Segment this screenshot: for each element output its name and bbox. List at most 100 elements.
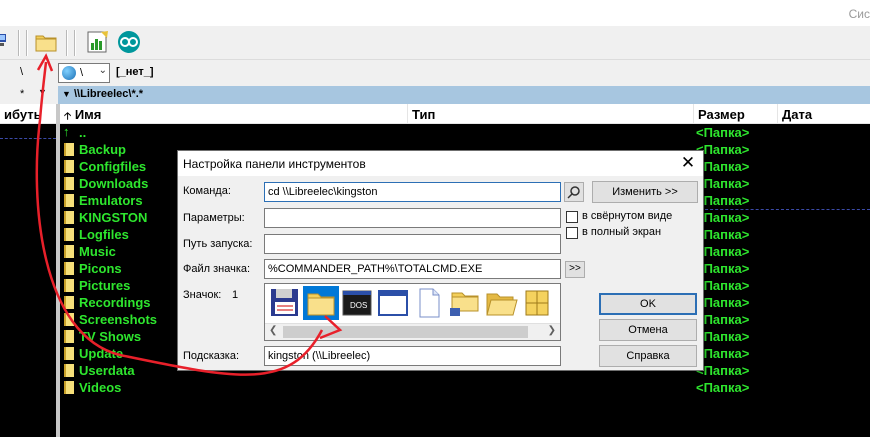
chart-editor-icon[interactable] bbox=[86, 30, 110, 54]
command-label: Команда: bbox=[183, 185, 231, 197]
toolbar-separator bbox=[74, 30, 76, 56]
file-size: <Папка> bbox=[696, 295, 750, 310]
column-size[interactable]: Размер bbox=[694, 104, 778, 124]
change-button[interactable]: Изменить >> bbox=[592, 181, 698, 203]
file-name: Pictures bbox=[79, 278, 131, 293]
browse-command-button[interactable] bbox=[564, 182, 584, 202]
toolbar-separator bbox=[26, 30, 28, 56]
right-path-bar[interactable]: ▼ \\Libreelec\*.* bbox=[58, 86, 870, 104]
startpath-input[interactable] bbox=[264, 234, 561, 254]
file-name: Screenshots bbox=[79, 312, 158, 327]
column-name[interactable]: 🡡 Имя bbox=[60, 104, 408, 124]
toolbar bbox=[0, 26, 870, 60]
browse-iconfile-button[interactable]: >> bbox=[565, 261, 585, 278]
file-name: Music bbox=[79, 244, 116, 259]
file-name: .. bbox=[79, 125, 87, 140]
toolbar-settings-dialog: Настройка панели инструментов ✕ Команда:… bbox=[177, 150, 704, 371]
help-button[interactable]: Справка bbox=[599, 345, 697, 367]
chevron-left-icon[interactable]: ❮ bbox=[269, 325, 277, 336]
file-name: Recordings bbox=[79, 295, 151, 310]
minimized-label: в свёрнутом виде bbox=[582, 210, 673, 222]
chevron-down-icon: ⌄ bbox=[98, 65, 107, 76]
icon-picker[interactable]: DOS ❮ ❯ bbox=[264, 283, 561, 341]
folder-icon bbox=[64, 313, 74, 326]
file-name: Configfiles bbox=[79, 159, 147, 174]
folder-icon bbox=[64, 211, 74, 224]
file-row[interactable]: ↑.. <Папка> bbox=[60, 124, 870, 141]
file-size: <Папка> bbox=[696, 363, 750, 378]
minimized-checkbox[interactable] bbox=[566, 211, 578, 223]
computer-icon[interactable] bbox=[0, 30, 10, 54]
window-icon[interactable] bbox=[375, 286, 411, 320]
network-folder-icon[interactable] bbox=[447, 286, 483, 320]
iconfile-input[interactable]: %COMMANDER_PATH%\TOTALCMD.EXE bbox=[264, 259, 561, 279]
file-size: <Папка> bbox=[696, 278, 750, 293]
drive-label: [_нет_] bbox=[116, 66, 154, 78]
grid-icon[interactable] bbox=[519, 286, 555, 320]
dialog-title-bar: Настройка панели инструментов ✕ bbox=[178, 151, 703, 176]
file-size: <Папка> bbox=[696, 346, 750, 361]
network-globe-icon bbox=[62, 66, 76, 80]
folder-icon bbox=[64, 296, 74, 309]
file-name: KINGSTON bbox=[79, 210, 148, 225]
close-icon[interactable]: ✕ bbox=[677, 153, 699, 173]
sort-up-icon: 🡡 bbox=[64, 111, 72, 122]
folder-icon bbox=[64, 364, 74, 377]
file-row[interactable]: Videos <Папка> bbox=[60, 379, 870, 396]
folder-icon bbox=[64, 160, 74, 173]
tooltip-label: Подсказка: bbox=[183, 350, 240, 362]
floppy-icon[interactable] bbox=[267, 286, 303, 320]
file-name: Userdata bbox=[79, 363, 135, 378]
left-path-root[interactable]: \ bbox=[20, 66, 23, 78]
folder-icon bbox=[64, 347, 74, 360]
icon-scrollbar[interactable]: ❮ ❯ bbox=[265, 323, 560, 340]
file-name: TV Shows bbox=[79, 329, 142, 344]
params-input[interactable] bbox=[264, 208, 561, 228]
dos-icon[interactable]: DOS bbox=[339, 286, 375, 320]
command-input[interactable]: cd \\Libreelec\kingston bbox=[264, 182, 561, 202]
file-size: <Папка> bbox=[696, 210, 750, 225]
fullscreen-checkbox[interactable] bbox=[566, 227, 578, 239]
file-size: <Папка> bbox=[696, 142, 750, 157]
folder-icon[interactable] bbox=[34, 30, 58, 54]
folder-icon bbox=[64, 279, 74, 292]
drive-bar: \ \ ⌄ [_нет_] bbox=[0, 60, 870, 86]
dashed-line bbox=[700, 209, 870, 210]
column-type[interactable]: Тип bbox=[408, 104, 694, 124]
folder-icon bbox=[64, 143, 74, 156]
folder-icon bbox=[64, 228, 74, 241]
fullscreen-label: в полный экран bbox=[582, 226, 662, 238]
folder-icon bbox=[64, 262, 74, 275]
scroll-thumb[interactable] bbox=[283, 326, 528, 338]
icon-index: 1 bbox=[232, 289, 239, 301]
file-name: Downloads bbox=[79, 176, 149, 191]
arduino-icon[interactable] bbox=[117, 30, 141, 54]
icon-label: Значок: bbox=[183, 289, 222, 301]
folder-icon[interactable] bbox=[303, 286, 339, 320]
drive-select[interactable]: \ ⌄ bbox=[58, 63, 110, 83]
title-bar: Сис bbox=[0, 0, 870, 26]
dashed-line bbox=[0, 138, 56, 139]
tooltip-input[interactable]: kingston (\\Libreelec) bbox=[264, 346, 561, 366]
left-path-bar[interactable]: * ▼ bbox=[0, 86, 58, 104]
current-path: \\Libreelec\*.* bbox=[73, 88, 144, 100]
file-size: <Папка> bbox=[696, 193, 750, 208]
left-column-header[interactable]: ибуть bbox=[0, 104, 56, 124]
dialog-title: Настройка панели инструментов bbox=[183, 157, 366, 171]
left-file-panel[interactable] bbox=[0, 124, 56, 437]
chevron-right-icon[interactable]: ❯ bbox=[548, 325, 556, 336]
file-size: <Папка> bbox=[696, 261, 750, 276]
params-label: Параметры: bbox=[183, 212, 245, 224]
file-size: <Папка> bbox=[696, 380, 750, 395]
folder-icon bbox=[64, 330, 74, 343]
toolbar-separator bbox=[66, 30, 68, 56]
file-size: <Папка> bbox=[696, 312, 750, 327]
file-size: <Папка> bbox=[696, 244, 750, 259]
document-icon[interactable] bbox=[411, 286, 447, 320]
column-date[interactable]: Дата bbox=[778, 104, 870, 124]
open-folder-icon[interactable] bbox=[483, 286, 519, 320]
file-name: Picons bbox=[79, 261, 122, 276]
ok-button[interactable]: OK bbox=[599, 293, 697, 315]
cancel-button[interactable]: Отмена bbox=[599, 319, 697, 341]
file-name: Backup bbox=[79, 142, 126, 157]
